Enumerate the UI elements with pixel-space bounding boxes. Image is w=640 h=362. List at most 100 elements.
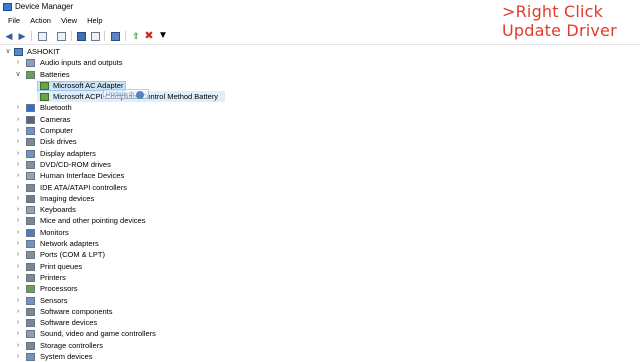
uninstall-icon[interactable]: ✖ — [143, 30, 155, 42]
toolbar: ◀ ▶ ⇧ ✖ ▼ — [0, 28, 640, 45]
tree-category[interactable]: › Bluetooth — [0, 102, 640, 113]
tree-root-label: ASHOKIT — [27, 47, 60, 56]
chevron-right-icon[interactable]: › — [14, 204, 22, 215]
chevron-right-icon[interactable]: › — [14, 159, 22, 170]
tree-category[interactable]: › Computer — [0, 125, 640, 136]
forward-icon[interactable]: ▶ — [16, 30, 28, 42]
chevron-right-icon[interactable]: › — [14, 328, 22, 339]
device-category-icon — [26, 307, 35, 316]
chevron-right-icon[interactable]: › — [14, 215, 22, 226]
chevron-right-icon[interactable]: › — [14, 125, 22, 136]
tree-category-label: Imaging devices — [40, 193, 95, 203]
properties-icon[interactable] — [36, 30, 48, 42]
menu-view[interactable]: View — [56, 15, 82, 27]
tree-category[interactable]: › Printers — [0, 272, 640, 283]
tree-category-label: Software devices — [40, 318, 98, 328]
tree-category[interactable]: › Software components — [0, 306, 640, 317]
chevron-right-icon[interactable]: › — [14, 136, 22, 147]
tree-category[interactable]: › Software devices — [0, 317, 640, 328]
tree-category-label: Print queues — [40, 261, 83, 271]
device-category-icon — [26, 319, 35, 328]
tree-category[interactable]: ∨ Batteries — [0, 69, 640, 80]
chevron-right-icon[interactable]: › — [14, 317, 22, 328]
chevron-right-icon[interactable]: › — [14, 227, 22, 238]
tree-category-label: Sound, video and game controllers — [40, 329, 156, 339]
chevron-right-icon[interactable]: › — [14, 261, 22, 272]
chevron-right-icon[interactable]: › — [14, 57, 22, 68]
tree-category[interactable]: › Ports (COM & LPT) — [0, 249, 640, 260]
tree-category[interactable]: › Imaging devices — [0, 193, 640, 204]
device-category-icon — [26, 296, 35, 305]
device-category-icon — [26, 228, 35, 237]
download-icon[interactable]: ▼ — [157, 30, 169, 42]
tree-category-label: Bluetooth — [40, 103, 72, 113]
tree-category-label: Display adapters — [40, 148, 96, 158]
tree-category[interactable]: › Audio inputs and outputs — [0, 57, 640, 68]
menu-file[interactable]: File — [0, 15, 25, 27]
tree-category-label: DVD/CD-ROM drives — [40, 159, 111, 169]
chevron-down-icon[interactable]: ∨ — [4, 46, 12, 57]
chevron-right-icon[interactable]: › — [14, 351, 22, 362]
update-driver-icon[interactable]: ⇧ — [130, 30, 142, 42]
menu-action[interactable]: Action — [25, 15, 56, 27]
tree-category-label: IDE ATA/ATAPI controllers — [40, 182, 127, 192]
chevron-right-icon[interactable]: › — [14, 102, 22, 113]
mouse-cursor — [136, 91, 144, 99]
chevron-right-icon[interactable]: › — [14, 238, 22, 249]
scan-monitor-icon[interactable] — [109, 30, 121, 42]
tree-category[interactable]: › IDE ATA/ATAPI controllers — [0, 182, 640, 193]
toolbar-divider — [71, 31, 72, 41]
tree-category[interactable]: › Sound, video and game controllers — [0, 328, 640, 339]
device-category-icon — [26, 240, 35, 249]
tree-category-label: Audio inputs and outputs — [40, 58, 123, 68]
device-category-icon — [26, 104, 35, 113]
toolbar-divider — [104, 31, 105, 41]
device-category-icon — [26, 160, 35, 169]
tree-device[interactable]: Microsoft AC Adapter — [0, 80, 640, 91]
back-icon[interactable]: ◀ — [3, 30, 15, 42]
tree-category-label: Mice and other pointing devices — [40, 216, 146, 226]
chevron-right-icon[interactable]: › — [14, 272, 22, 283]
chevron-right-icon[interactable]: › — [14, 148, 22, 159]
tree-category-label: Computer — [40, 126, 73, 136]
chevron-right-icon[interactable]: › — [14, 249, 22, 260]
tree-category[interactable]: › Disk drives — [0, 136, 640, 147]
tree-category-label: Printers — [40, 272, 66, 282]
tree-category[interactable]: › System devices — [0, 351, 640, 362]
chevron-right-icon[interactable]: › — [14, 295, 22, 306]
device-category-icon — [26, 262, 35, 271]
computer-icon — [14, 48, 23, 56]
help-icon[interactable] — [75, 30, 87, 42]
tree-device[interactable]: Microsoft ACPI-Compliant Control Method … — [0, 91, 640, 102]
tree-category[interactable]: › Print queues — [0, 261, 640, 272]
tree-category[interactable]: › Human Interface Devices — [0, 170, 640, 181]
chevron-right-icon[interactable]: › — [14, 306, 22, 317]
device-category-icon — [26, 217, 35, 226]
tree-category[interactable]: › Processors — [0, 283, 640, 294]
tree-category-label: Ports (COM & LPT) — [40, 250, 106, 260]
tree-category-label: Sensors — [40, 295, 68, 305]
chevron-right-icon[interactable]: › — [14, 283, 22, 294]
tree-category[interactable]: › Sensors — [0, 295, 640, 306]
tree-category[interactable]: › Monitors — [0, 227, 640, 238]
chevron-right-icon[interactable]: › — [14, 340, 22, 351]
details-icon[interactable] — [89, 30, 101, 42]
tree-category[interactable]: › Keyboards — [0, 204, 640, 215]
tree-category[interactable]: › Cameras — [0, 114, 640, 125]
tree-category[interactable]: › Display adapters — [0, 148, 640, 159]
device-category-icon — [26, 330, 35, 339]
chevron-down-icon[interactable]: ∨ — [14, 69, 22, 80]
chevron-right-icon[interactable]: › — [14, 114, 22, 125]
menu-help[interactable]: Help — [82, 15, 107, 27]
show-hidden-icon[interactable] — [55, 30, 67, 42]
tree-category[interactable]: › DVD/CD-ROM drives — [0, 159, 640, 170]
tree-category[interactable]: › Mice and other pointing devices — [0, 215, 640, 226]
tree-category[interactable]: › Network adapters — [0, 238, 640, 249]
tree-root[interactable]: ∨ ASHOKIT — [0, 46, 640, 57]
chevron-right-icon[interactable]: › — [14, 170, 22, 181]
tree-category[interactable]: › Storage controllers — [0, 340, 640, 351]
chevron-right-icon[interactable]: › — [14, 193, 22, 204]
device-category-icon — [26, 115, 35, 124]
chevron-right-icon[interactable]: › — [14, 182, 22, 193]
tree-category-label: System devices — [40, 352, 93, 362]
